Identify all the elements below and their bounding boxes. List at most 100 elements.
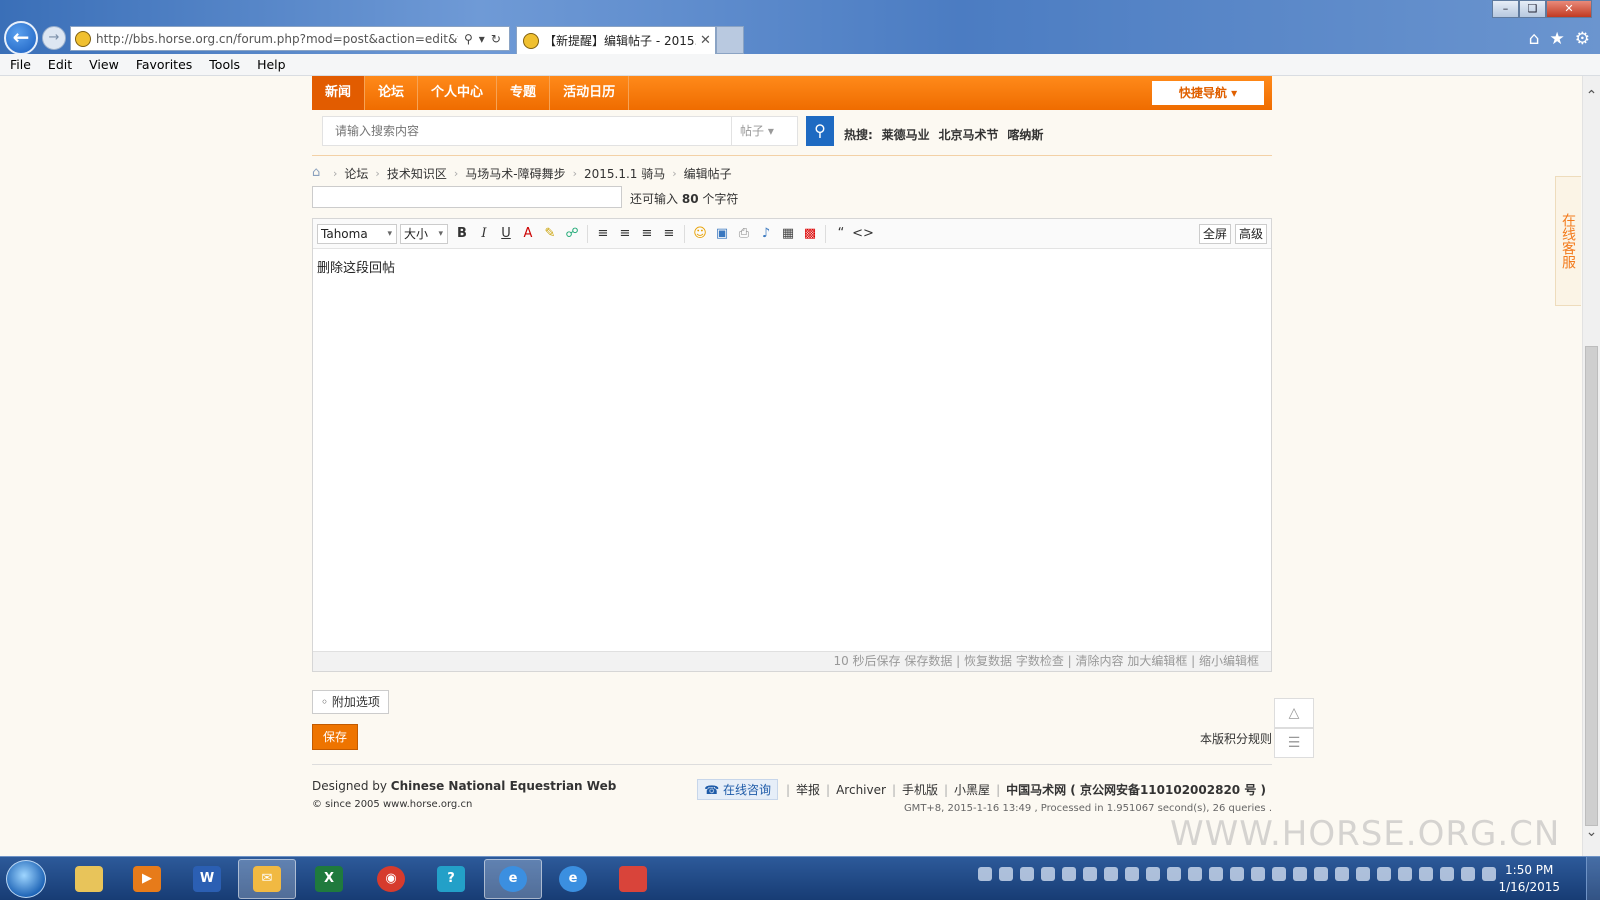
show-desktop-button[interactable] [1586,857,1600,900]
tray-device-icon[interactable] [1440,867,1454,881]
post-title-input[interactable] [312,186,622,208]
tray-app-icon[interactable] [1167,867,1181,881]
footer-link-blackroom[interactable]: 小黑屋 [954,781,990,798]
nav-user-center[interactable]: 个人中心 [418,76,498,110]
taskbar-explorer[interactable] [60,859,118,899]
tray-app-icon[interactable] [1272,867,1286,881]
scroll-down-icon[interactable]: ⌄ [1583,824,1600,840]
online-consult-button[interactable]: ☎ 在线咨询 [697,779,778,800]
address-bar[interactable]: http://bbs.horse.org.cn/forum.php?mod=po… [70,26,510,51]
music-icon[interactable]: ♪ [755,223,777,245]
breadcrumb-item[interactable]: 论坛 [344,165,368,182]
footer-link-mobile[interactable]: 手机版 [902,781,938,798]
scroll-up-icon[interactable]: ⌃ [1583,88,1600,104]
search-button[interactable]: ⚲ [806,116,834,146]
align-right-icon[interactable]: ≡ [658,223,680,245]
image-icon[interactable]: ▣ [711,223,733,245]
hot-search-link[interactable]: 喀纳斯 [1007,128,1043,142]
taskbar-word[interactable]: W [178,859,236,899]
breadcrumb-item[interactable]: 2015.1.1 骑马 [584,165,665,182]
flash-icon[interactable]: ▩ [799,223,821,245]
online-service-tab[interactable]: 在线客服 [1555,176,1581,306]
footer-link-report[interactable]: 举报 [796,781,820,798]
footer-link-archiver[interactable]: Archiver [836,783,886,797]
home-icon[interactable]: ⌂ [312,166,326,179]
italic-icon[interactable]: I [473,223,495,245]
editor-content-area[interactable]: 删除这段回帖 [313,249,1271,649]
align-left-icon[interactable]: ≡ [614,223,636,245]
quick-nav-button[interactable]: 快捷导航 ▾ [1152,81,1264,105]
forward-button[interactable]: → [42,26,66,50]
tray-app-icon[interactable] [1041,867,1055,881]
tab-close-icon[interactable]: ✕ [700,33,711,48]
nav-topics[interactable]: 专题 [497,76,551,110]
menu-edit[interactable]: Edit [48,57,72,72]
tray-flag-icon[interactable] [1398,867,1412,881]
save-button[interactable]: 保存 [312,724,358,750]
video-icon[interactable]: ▦ [777,223,799,245]
tray-keyboard-icon[interactable] [978,867,992,881]
tray-app-icon[interactable] [1314,867,1328,881]
vertical-scrollbar[interactable]: ⌃ ⌄ [1582,76,1600,856]
extra-options-button[interactable]: ◦ 附加选项 [312,690,389,714]
back-to-top-icon[interactable]: △ [1274,698,1314,728]
nav-forum[interactable]: 论坛 [365,76,419,110]
home-icon[interactable]: ⌂ [1529,29,1540,49]
tray-app-icon[interactable] [1125,867,1139,881]
highlight-icon[interactable]: ✎ [539,223,561,245]
align-justify-icon[interactable]: ≡ [592,223,614,245]
code-icon[interactable]: <> [852,223,874,245]
close-window-button[interactable]: ✕ [1546,0,1592,18]
fullscreen-button[interactable]: 全屏 [1198,224,1231,244]
tray-app-icon[interactable] [1356,867,1370,881]
credit-rules-link[interactable]: 本版积分规则 [1200,730,1272,747]
nav-calendar[interactable]: 活动日历 [550,76,630,110]
back-button[interactable]: ← [4,21,38,55]
smiley-icon[interactable]: ☺ [689,223,711,245]
minimize-button[interactable]: – [1492,0,1519,18]
attachment-icon[interactable]: ⎙ [733,223,755,245]
url-text[interactable]: http://bbs.horse.org.cn/forum.php?mod=po… [96,32,458,46]
taskbar-ie[interactable]: e [544,859,602,899]
taskbar-ie-active[interactable]: e [484,859,542,899]
tray-app-icon[interactable] [1209,867,1223,881]
menu-file[interactable]: File [10,57,31,72]
taskbar-app[interactable] [604,859,662,899]
menu-view[interactable]: View [89,57,119,72]
tray-app-icon[interactable] [1020,867,1034,881]
font-color-icon[interactable]: A [517,223,539,245]
font-family-select[interactable]: Tahoma ▾ [317,223,397,244]
underline-icon[interactable]: U [495,223,517,245]
tray-network-icon[interactable] [1461,867,1475,881]
new-tab-button[interactable] [716,26,744,54]
menu-tools[interactable]: Tools [209,57,240,72]
advanced-button[interactable]: 高级 [1234,224,1267,244]
tray-app-icon[interactable] [1377,867,1391,881]
tray-app-icon[interactable] [1146,867,1160,881]
tray-app-icon[interactable] [1251,867,1265,881]
start-button[interactable] [6,860,46,898]
align-center-icon[interactable]: ≡ [636,223,658,245]
footer-site-name[interactable]: 中国马术网 ( 京公网安备110102002820 号 ) [1006,781,1266,798]
settings-gear-icon[interactable]: ⚙ [1575,29,1590,49]
refresh-icon[interactable]: ↻ [491,32,501,46]
scroll-thumb[interactable] [1585,346,1598,826]
taskbar-media-player[interactable]: ▶ [118,859,176,899]
tray-app-icon[interactable] [999,867,1013,881]
taskbar-chrome[interactable]: ◉ [362,859,420,899]
breadcrumb-item[interactable]: 技术知识区 [387,165,447,182]
taskbar-mail[interactable]: ✉ [238,859,296,899]
tray-app-icon[interactable] [1335,867,1349,881]
editor-status-bar[interactable]: 10 秒后保存 保存数据 | 恢复数据 字数检查 | 清除内容 加大编辑框 | … [313,651,1271,671]
browser-tab[interactable]: 【新提醒】编辑帖子 - 2015.... ✕ [516,26,716,54]
taskbar-ithelp[interactable]: ? [422,859,480,899]
tray-app-icon[interactable] [1188,867,1202,881]
search-icon[interactable]: ⚲ [464,32,473,46]
hot-search-link[interactable]: 莱德马业 [882,128,930,142]
menu-favorites[interactable]: Favorites [136,57,192,72]
tray-volume-icon[interactable] [1482,867,1496,881]
tray-app-icon[interactable] [1083,867,1097,881]
tray-app-icon[interactable] [1062,867,1076,881]
nav-news[interactable]: 新闻 [312,76,366,110]
list-icon[interactable]: ☰ [1274,728,1314,758]
